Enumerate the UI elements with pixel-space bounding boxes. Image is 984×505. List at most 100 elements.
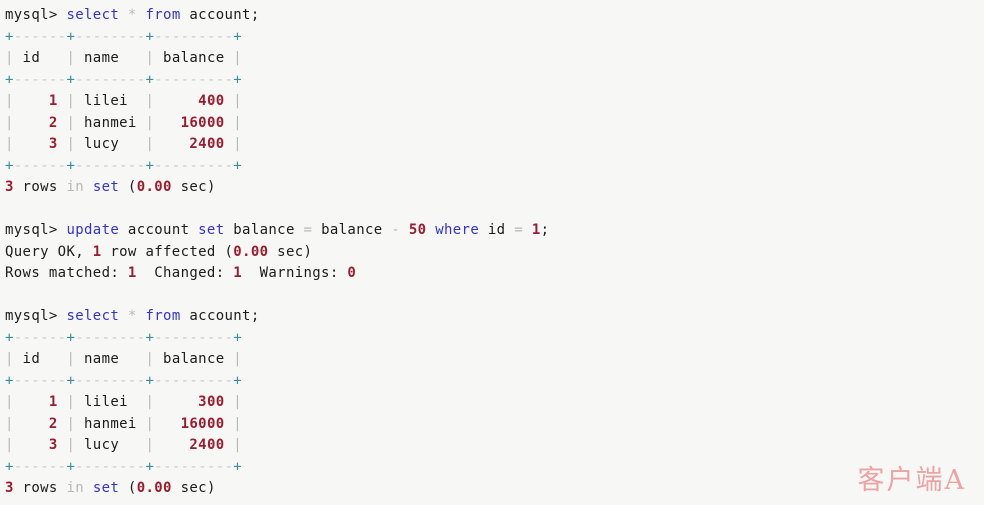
token-pipe: | bbox=[233, 394, 243, 410]
token-plus: + bbox=[66, 372, 76, 389]
token-num: 1 bbox=[127, 265, 137, 281]
token-num: 2400 bbox=[189, 437, 225, 453]
token-txt: id bbox=[13, 351, 67, 367]
token-num: 400 bbox=[198, 93, 225, 109]
token-txt: id bbox=[479, 222, 515, 238]
token-pipe: | bbox=[233, 50, 243, 66]
token-dim: = bbox=[514, 222, 524, 238]
token-prompt: mysql> bbox=[5, 7, 67, 23]
terminal-output-pane[interactable]: mysql> select * from account; +------+---… bbox=[0, 0, 984, 505]
token-txt: rows bbox=[13, 179, 67, 195]
token-dash: ------ bbox=[13, 372, 67, 389]
token-num: 0 bbox=[347, 265, 357, 281]
token-kw: from bbox=[145, 308, 181, 324]
token-num: 2 bbox=[48, 415, 58, 432]
token-pipe: | bbox=[145, 415, 155, 432]
token-pipe: | bbox=[66, 437, 76, 453]
token-num: 16000 bbox=[180, 415, 225, 432]
token-prompt: mysql> bbox=[5, 222, 67, 238]
token-plus: + bbox=[5, 458, 14, 475]
token-dash: -------- bbox=[75, 372, 146, 389]
token-num: 0.00 bbox=[233, 243, 269, 260]
token-kw: where bbox=[435, 222, 480, 238]
token-num: 3 bbox=[5, 179, 14, 195]
token-pipe: | bbox=[66, 50, 76, 66]
token-plus: + bbox=[233, 329, 243, 346]
token-dash: --------- bbox=[154, 372, 234, 389]
token-num: 3 bbox=[48, 437, 58, 453]
token-num: 50 bbox=[408, 222, 427, 238]
token-pipe: | bbox=[145, 136, 155, 152]
token-plus: + bbox=[5, 71, 14, 88]
token-txt: Warnings: bbox=[242, 265, 348, 281]
token-plus: + bbox=[66, 329, 76, 346]
token-plus: + bbox=[66, 157, 76, 174]
token-txt: ( bbox=[119, 480, 137, 496]
terminal-line-rule-2-mid: +------+--------+---------+ bbox=[5, 371, 984, 393]
token-pipe: | bbox=[145, 50, 155, 66]
token-pipe: | bbox=[145, 437, 155, 453]
token-pipe: | bbox=[66, 394, 76, 410]
token-txt: rows bbox=[13, 480, 67, 496]
token-pipe: | bbox=[5, 437, 14, 453]
terminal-line-header-2: | id | name | balance | bbox=[5, 349, 984, 371]
token-pipe: | bbox=[66, 114, 76, 131]
token-kw: set bbox=[198, 222, 225, 238]
token-pipe: | bbox=[5, 394, 14, 410]
terminal-line-status-2: 3 rows in set (0.00 sec) bbox=[5, 478, 984, 500]
token-dash: -------- bbox=[75, 329, 146, 346]
token-dim: in bbox=[66, 480, 85, 496]
token-plus: + bbox=[233, 28, 243, 45]
token-dash: ------ bbox=[13, 28, 67, 45]
token-num: 1 bbox=[48, 394, 58, 410]
token-kw: update bbox=[66, 222, 120, 238]
token-plus: + bbox=[145, 372, 155, 389]
token-num: 16000 bbox=[180, 114, 225, 131]
token-pipe: | bbox=[233, 437, 243, 453]
token-pipe: | bbox=[145, 114, 155, 131]
terminal-line-cmd-select-2: mysql> select * from account; bbox=[5, 306, 984, 328]
token-pipe: | bbox=[233, 114, 243, 131]
terminal-line-cmd-select-1: mysql> select * from account; bbox=[5, 5, 984, 27]
token-dash: -------- bbox=[75, 28, 146, 45]
terminal-line-row-1-1: | 1 | lilei | 400 | bbox=[5, 91, 984, 113]
terminal-line-row-2-2: | 2 | hanmei | 16000 | bbox=[5, 414, 984, 436]
token-num: 300 bbox=[198, 394, 225, 410]
terminal-line-rule-1-bot: +------+--------+---------+ bbox=[5, 156, 984, 178]
token-num: 3 bbox=[48, 136, 58, 152]
token-kw: select bbox=[66, 308, 120, 324]
token-pipe: | bbox=[233, 351, 243, 367]
token-txt: lucy bbox=[75, 136, 146, 152]
token-num: 1 bbox=[233, 265, 243, 281]
token-num: 0.00 bbox=[136, 179, 172, 195]
token-txt: name bbox=[75, 351, 146, 367]
token-pipe: | bbox=[5, 415, 14, 432]
token-dash: -------- bbox=[75, 458, 146, 475]
token-txt: ( bbox=[119, 179, 137, 195]
token-txt: Rows matched: bbox=[5, 265, 128, 281]
token-pipe: | bbox=[5, 351, 14, 367]
terminal-line-rows-matched: Rows matched: 1 Changed: 1 Warnings: 0 bbox=[5, 263, 984, 285]
token-plus: + bbox=[5, 372, 14, 389]
token-pipe: | bbox=[66, 136, 76, 152]
token-num: 2 bbox=[48, 114, 58, 131]
token-txt: account bbox=[119, 222, 199, 238]
terminal-line-row-2-1: | 1 | lilei | 300 | bbox=[5, 392, 984, 414]
token-dash: ------ bbox=[13, 71, 67, 88]
token-txt: account; bbox=[180, 308, 260, 324]
token-pipe: | bbox=[66, 415, 76, 432]
token-txt: sec) bbox=[171, 179, 216, 195]
